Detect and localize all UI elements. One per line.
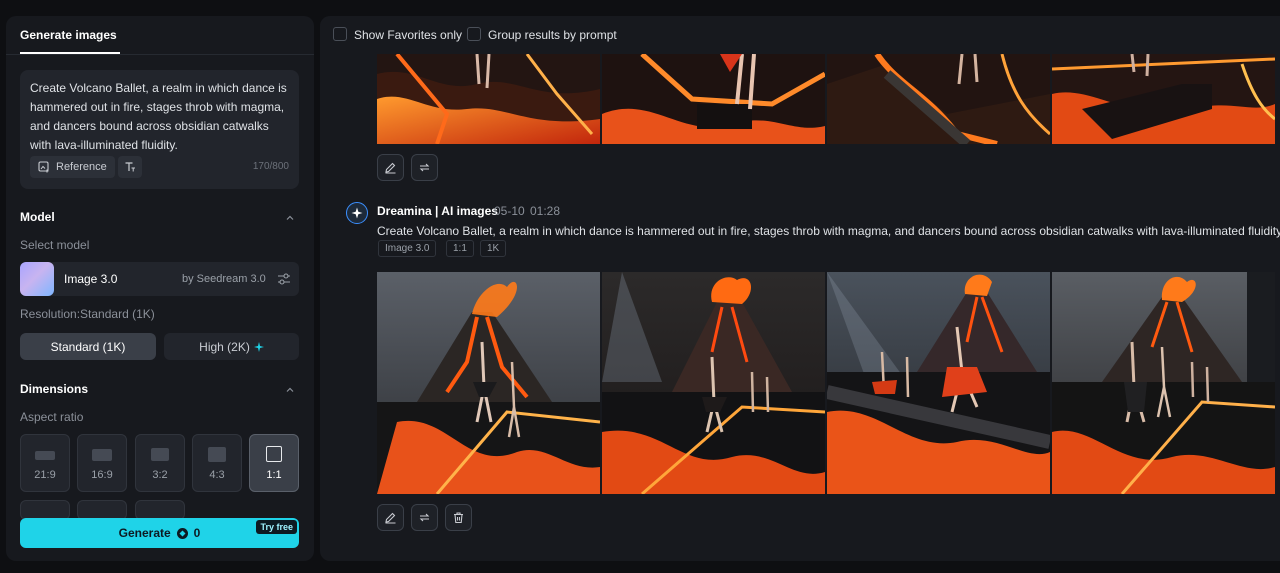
try-free-badge: Try free <box>256 520 297 534</box>
generation-author: Dreamina | AI images <box>377 204 498 218</box>
edit-button[interactable] <box>377 504 404 531</box>
credit-count: 0 <box>193 526 201 540</box>
chevron-up-icon[interactable] <box>286 214 294 222</box>
refresh-icon <box>419 513 430 522</box>
text-format-icon <box>125 162 135 172</box>
resolution-standard-button[interactable]: Standard (1K) <box>20 333 156 360</box>
reference-label: Reference <box>56 161 107 173</box>
filter-bar: Show Favorites only Group results by pro… <box>320 16 1280 54</box>
pencil-icon <box>385 512 396 524</box>
credit-icon <box>176 527 188 539</box>
result-image[interactable] <box>1052 272 1275 494</box>
ratio-shape <box>151 448 169 461</box>
resolution-high-button[interactable]: High (2K) <box>164 333 299 360</box>
current-image-row <box>377 272 1275 494</box>
regenerate-button[interactable] <box>411 154 438 181</box>
refresh-icon <box>419 163 430 172</box>
generation-time: 01:28 <box>530 204 561 218</box>
aspect-ratio-16-9[interactable]: 16:9 <box>77 434 127 492</box>
generate-button[interactable]: Generate 0 Try free <box>20 518 299 548</box>
results-area: Dreamina | AI images 05-10 01:28 Create … <box>320 16 1280 561</box>
prompt-box[interactable]: Create Volcano Ballet, a realm in which … <box>20 70 299 189</box>
model-thumbnail <box>20 262 54 296</box>
resolution-label: Resolution:Standard (1K) <box>20 307 155 321</box>
dreamina-logo-icon <box>346 202 368 224</box>
tab-divider <box>6 54 314 55</box>
char-count: 170/800 <box>252 161 289 172</box>
ratio-label: 4:3 <box>209 469 225 481</box>
edit-button[interactable] <box>377 154 404 181</box>
text-style-button[interactable] <box>118 156 142 178</box>
generation-prompt[interactable]: Create Volcano Ballet, a realm in which … <box>377 224 1280 238</box>
ratio-label: 1:1 <box>266 469 282 481</box>
resolution-high-label: High (2K) <box>199 339 250 354</box>
resolution-tag: 1K <box>480 240 507 257</box>
trash-icon <box>454 512 463 524</box>
result-image[interactable] <box>602 54 825 144</box>
group-by-prompt-label[interactable]: Group results by prompt <box>488 28 617 42</box>
model-section-title[interactable]: Model <box>20 210 55 224</box>
aspect-ratio-21-9[interactable]: 21:9 <box>20 434 70 492</box>
select-model-label: Select model <box>20 238 90 252</box>
model-tag: Image 3.0 <box>378 240 437 257</box>
model-name: Image 3.0 <box>64 272 118 286</box>
result-image[interactable] <box>827 272 1050 494</box>
ratio-shape <box>35 451 55 460</box>
ratio-tag: 1:1 <box>446 240 474 257</box>
pencil-icon <box>385 162 396 174</box>
aspect-ratio-4-3[interactable]: 4:3 <box>192 434 242 492</box>
resolution-standard-label: Standard (1K) <box>50 339 126 354</box>
reference-button[interactable]: Reference <box>30 156 115 178</box>
model-provider: by Seedream 3.0 <box>182 273 266 285</box>
image-add-icon <box>38 161 49 173</box>
settings-sliders-icon[interactable] <box>277 272 291 286</box>
model-selector[interactable]: Image 3.0 by Seedream 3.0 <box>20 262 299 296</box>
generate-label: Generate <box>118 526 171 540</box>
ratio-shape <box>266 446 282 462</box>
aspect-ratio-option[interactable] <box>77 500 127 520</box>
prompt-text[interactable]: Create Volcano Ballet, a realm in which … <box>30 79 288 155</box>
ratio-shape <box>208 447 226 462</box>
ratio-shape <box>92 449 112 461</box>
ratio-label: 16:9 <box>91 469 113 481</box>
result-image[interactable] <box>377 272 600 494</box>
result-image[interactable] <box>602 272 825 494</box>
regenerate-button[interactable] <box>411 504 438 531</box>
ratio-label: 21:9 <box>34 469 56 481</box>
tab-generate-images[interactable]: Generate images <box>20 28 117 42</box>
aspect-ratio-1-1[interactable]: 1:1 <box>249 434 299 492</box>
result-image[interactable] <box>377 54 600 144</box>
result-image[interactable] <box>1052 54 1275 144</box>
aspect-ratio-option[interactable] <box>20 500 70 520</box>
aspect-ratio-label: Aspect ratio <box>20 410 84 424</box>
previous-image-row <box>377 54 1275 144</box>
aspect-ratio-3-2[interactable]: 3:2 <box>135 434 185 492</box>
result-image[interactable] <box>827 54 1050 144</box>
generate-panel: Generate images Create Volcano Ballet, a… <box>6 16 314 561</box>
aspect-ratio-option[interactable] <box>135 500 185 520</box>
generation-date: 05-10 <box>494 204 525 218</box>
sparkle-icon <box>253 341 264 352</box>
group-by-prompt-checkbox[interactable] <box>467 27 481 41</box>
delete-button[interactable] <box>445 504 472 531</box>
chevron-up-icon[interactable] <box>286 386 294 394</box>
ratio-label: 3:2 <box>152 469 168 481</box>
dimensions-section-title[interactable]: Dimensions <box>20 382 88 396</box>
favorites-label[interactable]: Show Favorites only <box>354 28 462 42</box>
favorites-checkbox[interactable] <box>333 27 347 41</box>
